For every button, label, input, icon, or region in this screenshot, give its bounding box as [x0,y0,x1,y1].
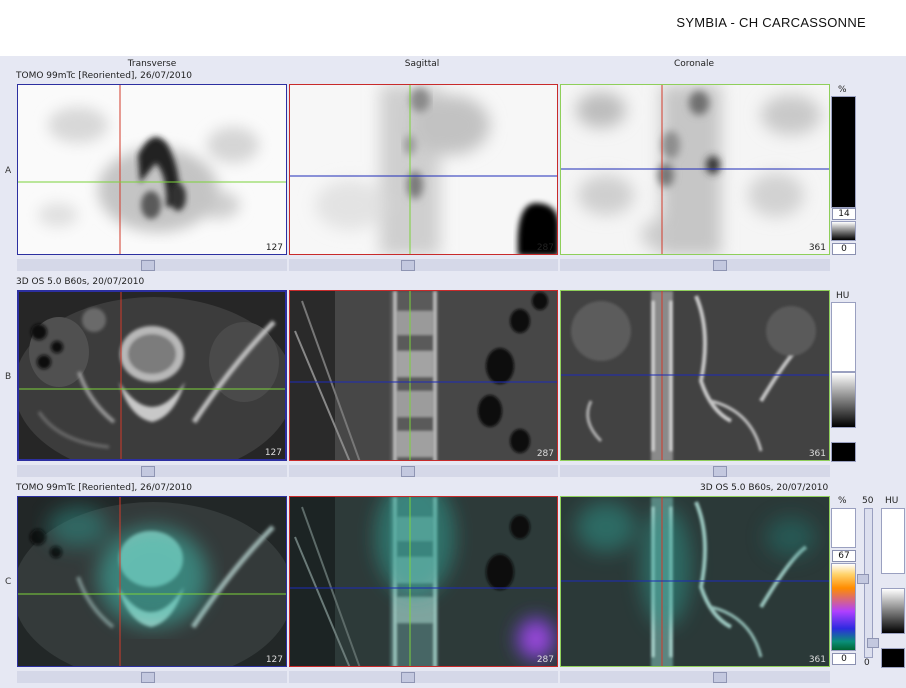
slider-thumb[interactable] [867,638,879,648]
fusion-coronal-image [561,497,829,666]
slice-number: 287 [536,243,554,253]
colorbar-c-pet[interactable] [831,563,856,651]
column-header-transverse: Transverse [127,59,177,69]
series-label-row-a: TOMO 99mTc [Reoriented], 26/07/2010 [16,71,193,81]
slice-slider-b-sagittal[interactable] [289,465,558,477]
fusion-blend-bottom-label: 0 [864,658,870,668]
viewport-c-coronal[interactable]: 361 [560,496,830,667]
colorbar-b-top [831,302,856,372]
slice-number: 127 [265,655,283,665]
slice-slider-a-coronal[interactable] [560,259,830,271]
colorbar-b-gradient[interactable] [831,372,856,428]
slice-number: 361 [808,655,826,665]
slice-number: 361 [808,449,826,459]
colorbar-c-hu-bottom [881,648,905,668]
colorbar-b-unit: HU [836,291,850,301]
colorbar-a[interactable] [831,96,856,208]
nm-coronal-image [561,85,829,254]
slider-thumb[interactable] [713,672,727,683]
slice-slider-c-sagittal[interactable] [289,671,558,683]
colorbar-c-level-value[interactable]: 0 [832,653,856,665]
slice-number: 127 [265,243,283,253]
nm-transverse-image [18,85,286,254]
header-bar: SYMBIA - CH CARCASSONNE [0,0,906,56]
slider-thumb[interactable] [141,672,155,683]
colorbar-a-level-value[interactable]: 0 [832,243,856,255]
colorbar-c-unit-hu: HU [885,496,899,506]
slice-number: 287 [536,449,554,459]
slice-number: 127 [264,448,282,458]
ct-coronal-image [561,291,829,460]
slider-thumb[interactable] [713,466,727,477]
row-label-a: A [5,166,12,176]
viewport-a-sagittal[interactable]: 287 [289,84,558,255]
series-label-row-c-right: 3D OS 5.0 B60s, 20/07/2010 [700,483,829,493]
ct-transverse-image [19,292,285,459]
site-title: SYMBIA - CH CARCASSONNE [676,15,866,30]
colorbar-c-hu-gradient[interactable] [881,588,905,634]
fusion-transverse-image [18,497,286,666]
slice-number: 287 [536,655,554,665]
colorbar-a-unit: % [838,85,847,95]
slider-thumb[interactable] [857,574,869,584]
nm-sagittal-image [290,85,557,254]
series-label-row-c-left: TOMO 99mTc [Reoriented], 26/07/2010 [16,483,193,493]
slice-number: 361 [808,243,826,253]
viewport-b-coronal[interactable]: 361 [560,290,830,461]
slider-thumb[interactable] [141,260,155,271]
ct-sagittal-image [290,291,557,460]
colorbar-c-top [831,508,856,548]
colorbar-c-window-value[interactable]: 67 [832,550,856,562]
slice-slider-b-coronal[interactable] [560,465,830,477]
row-label-c: C [5,577,12,587]
viewport-a-transverse[interactable]: 127 [17,84,287,255]
viewport-b-transverse[interactable]: 127 [17,290,287,461]
colorbar-c-unit-pct: % [838,496,847,506]
viewport-a-coronal[interactable]: 361 [560,84,830,255]
colorbar-c-hu-top [881,508,905,574]
slider-thumb[interactable] [713,260,727,271]
slice-slider-a-sagittal[interactable] [289,259,558,271]
column-header-sagittal: Sagittal [404,59,440,69]
colorbar-a-window-value[interactable]: 14 [832,208,856,220]
slider-thumb[interactable] [401,260,415,271]
slider-thumb[interactable] [401,672,415,683]
slice-slider-c-coronal[interactable] [560,671,830,683]
column-header-coronal: Coronale [673,59,715,69]
viewport-c-sagittal[interactable]: 287 [289,496,558,667]
fusion-blend-top-label: 50 [862,496,874,506]
fusion-sagittal-image [290,497,557,666]
colorbar-b-bottom [831,442,856,462]
row-label-b: B [5,372,12,382]
series-label-row-b: 3D OS 5.0 B60s, 20/07/2010 [16,277,145,287]
slider-thumb[interactable] [401,466,415,477]
viewport-c-transverse[interactable]: 127 [17,496,287,667]
slider-thumb[interactable] [141,466,155,477]
colorbar-a-gradient [831,221,856,241]
viewport-b-sagittal[interactable]: 287 [289,290,558,461]
